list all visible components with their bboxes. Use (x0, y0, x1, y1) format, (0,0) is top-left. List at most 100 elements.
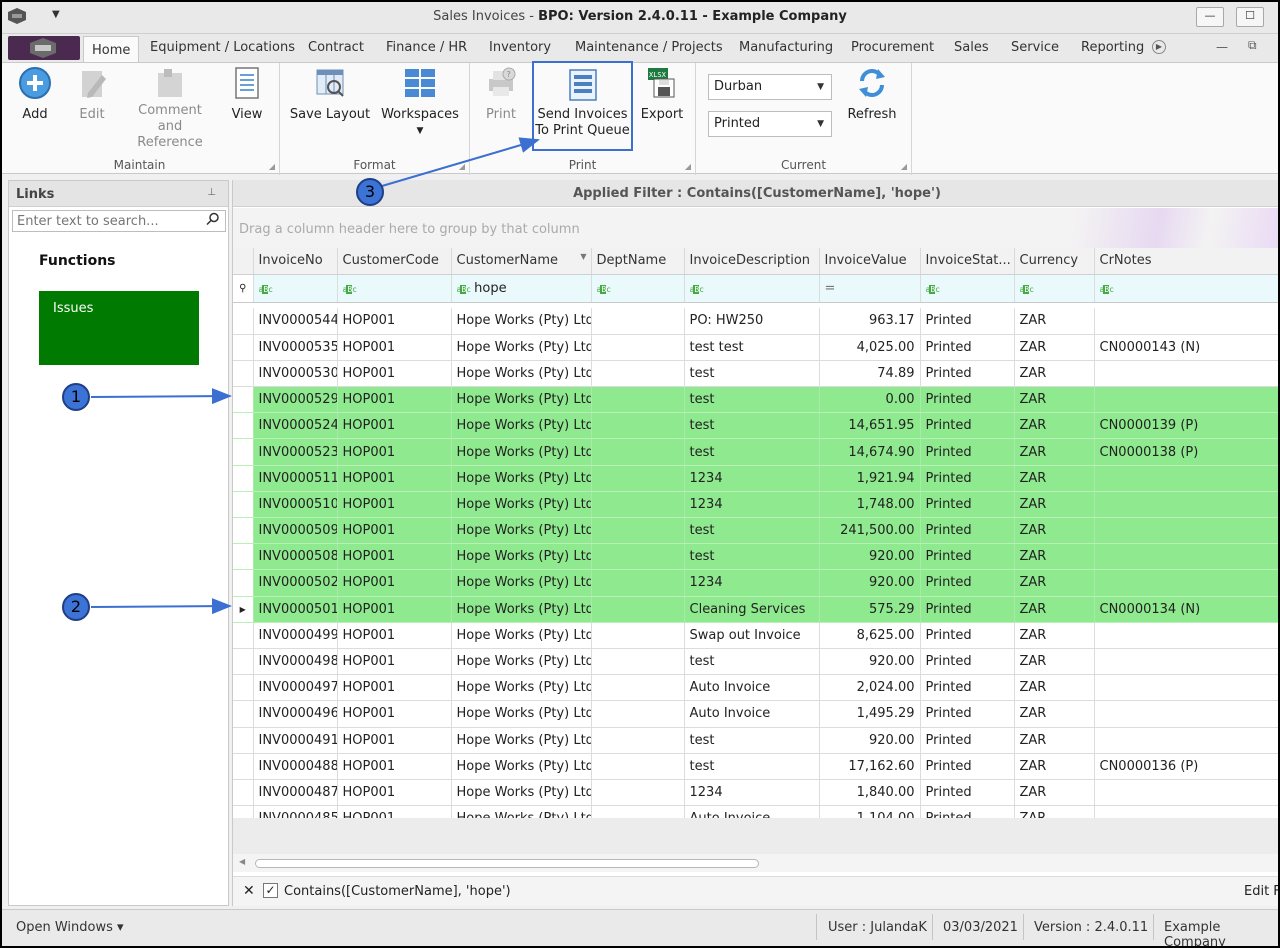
cell-customercode[interactable]: HOP001 (337, 622, 452, 649)
row-indicator[interactable] (233, 465, 254, 492)
cell-customername[interactable]: Hope Works (Pty) Ltd (451, 596, 592, 623)
print-button[interactable]: ? Print (480, 65, 522, 122)
cell-crnotes[interactable] (1094, 308, 1280, 335)
cell-crnotes[interactable] (1094, 700, 1280, 728)
table-row[interactable]: INV0000499 HOP001 Hope Works (Pty) Ltd Swap… (233, 622, 1280, 649)
cell-invoiceno[interactable]: INV0000498 (253, 648, 338, 676)
maximize-button[interactable]: ☐ (1236, 7, 1264, 27)
cell-customername[interactable]: Hope Works (Pty) Ltd (451, 517, 592, 545)
edit-filter-link[interactable]: Edit F (1244, 884, 1280, 899)
cell-invoicevalue[interactable]: 17,162.60 (819, 753, 921, 780)
cell-invoicedescription[interactable]: Auto Invoice (684, 700, 820, 728)
table-row[interactable]: INV0000524 HOP001 Hope Works (Pty) Ltd test… (233, 412, 1280, 440)
send-invoices-to-print-queue-button[interactable]: Send Invoices To Print Queue (532, 61, 633, 151)
cell-invoicevalue[interactable]: 920.00 (819, 648, 921, 676)
cell-invoicedescription[interactable]: Auto Invoice (684, 674, 820, 702)
refresh-button[interactable]: Refresh (844, 65, 900, 122)
cell-currency[interactable]: ZAR (1014, 622, 1095, 649)
table-row[interactable]: INV0000510 HOP001 Hope Works (Pty) Ltd 1234… (233, 491, 1280, 519)
cell-deptname[interactable] (591, 386, 685, 414)
cell-invoicestatus[interactable]: Printed (920, 674, 1015, 702)
table-row[interactable]: INV0000511 HOP001 Hope Works (Pty) Ltd 1234… (233, 465, 1280, 492)
cell-invoiceno[interactable]: INV0000509 (253, 517, 338, 545)
cell-invoicestatus[interactable]: Printed (920, 727, 1015, 754)
cell-customercode[interactable]: HOP001 (337, 543, 452, 571)
group-expand-icon[interactable]: ◢ (685, 162, 691, 171)
focused-row-indicator-icon[interactable]: ▶ (233, 596, 254, 623)
cell-invoiceno[interactable]: INV0000487 (253, 779, 338, 807)
cell-customername[interactable]: Hope Works (Pty) Ltd (451, 386, 592, 414)
cell-deptname[interactable] (591, 412, 685, 440)
cell-invoicevalue[interactable]: 1,495.29 (819, 700, 921, 728)
cell-customercode[interactable]: HOP001 (337, 674, 452, 702)
table-row[interactable]: INV0000496 HOP001 Hope Works (Pty) Ltd Auto… (233, 700, 1280, 728)
cell-customercode[interactable]: HOP001 (337, 465, 452, 492)
cell-invoicestatus[interactable]: Printed (920, 465, 1015, 492)
table-row[interactable]: INV0000488 HOP001 Hope Works (Pty) Ltd test… (233, 753, 1280, 780)
filter-cell-deptname[interactable]: aBc (591, 274, 685, 303)
row-indicator[interactable] (233, 386, 254, 414)
cell-customercode[interactable]: HOP001 (337, 569, 452, 597)
tab-home[interactable]: Home (83, 36, 140, 64)
cell-deptname[interactable] (591, 596, 685, 623)
row-indicator[interactable] (233, 360, 254, 388)
cell-invoiceno[interactable]: INV0000499 (253, 622, 338, 649)
cell-customername[interactable]: Hope Works (Pty) Ltd (451, 622, 592, 649)
filter-cell-customername[interactable]: aBc hope (451, 274, 592, 303)
tab-reporting[interactable]: Reporting (1081, 39, 1144, 61)
cell-deptname[interactable] (591, 727, 685, 754)
tab-service[interactable]: Service (1011, 39, 1059, 61)
table-row[interactable]: INV0000544 HOP001 Hope Works (Pty) Ltd PO: … (233, 308, 1280, 335)
scroll-left-icon[interactable]: ◀ (239, 857, 245, 866)
cell-currency[interactable]: ZAR (1014, 596, 1095, 623)
filter-cell-crnotes[interactable]: aBc (1094, 274, 1280, 303)
minimize-button[interactable]: — (1196, 7, 1224, 27)
cell-deptname[interactable] (591, 543, 685, 571)
filter-expression[interactable]: Contains([CustomerName], 'hope') (284, 884, 511, 899)
cell-invoicevalue[interactable]: 1,748.00 (819, 491, 921, 519)
cell-deptname[interactable] (591, 622, 685, 649)
table-row[interactable]: INV0000523 HOP001 Hope Works (Pty) Ltd test… (233, 438, 1280, 466)
cell-currency[interactable]: ZAR (1014, 438, 1095, 466)
row-indicator[interactable] (233, 543, 254, 571)
table-row[interactable]: INV0000535 HOP001 Hope Works (Pty) Ltd test… (233, 334, 1280, 361)
workspaces-button[interactable]: Workspaces ▼ (380, 65, 460, 137)
cell-currency[interactable]: ZAR (1014, 569, 1095, 597)
cell-invoicevalue[interactable]: 14,674.90 (819, 438, 921, 466)
filter-cell-customercode[interactable]: aBc (337, 274, 452, 303)
row-indicator[interactable] (233, 779, 254, 807)
tab-finance-hr[interactable]: Finance / HR (386, 39, 467, 61)
cell-crnotes[interactable] (1094, 622, 1280, 649)
tab-procurement[interactable]: Procurement (851, 39, 934, 61)
cell-invoicestatus[interactable]: Printed (920, 491, 1015, 519)
cell-invoicedescription[interactable]: test (684, 412, 820, 440)
cell-customername[interactable]: Hope Works (Pty) Ltd (451, 779, 592, 807)
cell-crnotes[interactable] (1094, 360, 1280, 388)
cell-crnotes[interactable] (1094, 386, 1280, 414)
row-indicator[interactable] (233, 308, 254, 335)
cell-crnotes[interactable] (1094, 491, 1280, 519)
filter-cell-invoicedescription[interactable]: aBc (684, 274, 820, 303)
filter-cell-invoicevalue[interactable]: = (819, 274, 921, 303)
cell-invoicedescription[interactable]: test (684, 517, 820, 545)
cell-invoicedescription[interactable]: Swap out Invoice (684, 622, 820, 649)
row-indicator[interactable] (233, 674, 254, 702)
tab-manufacturing[interactable]: Manufacturing (739, 39, 833, 61)
cell-customercode[interactable]: HOP001 (337, 753, 452, 780)
save-layout-button[interactable]: Save Layout (288, 65, 372, 122)
cell-currency[interactable]: ZAR (1014, 648, 1095, 676)
column-filter-icon[interactable]: ▼ (580, 252, 586, 261)
cell-invoicestatus[interactable]: Printed (920, 308, 1015, 335)
group-expand-icon[interactable]: ◢ (901, 162, 907, 171)
cell-invoicedescription[interactable]: test (684, 727, 820, 754)
cell-crnotes[interactable] (1094, 465, 1280, 492)
column-header-customercode[interactable]: CustomerCode (337, 248, 452, 275)
table-row[interactable]: INV0000498 HOP001 Hope Works (Pty) Ltd test… (233, 648, 1280, 676)
cell-customername[interactable]: Hope Works (Pty) Ltd (451, 727, 592, 754)
edit-button[interactable]: Edit (70, 65, 114, 122)
cell-customercode[interactable]: HOP001 (337, 386, 452, 414)
cell-invoiceno[interactable]: INV0000508 (253, 543, 338, 571)
cell-invoicestatus[interactable]: Printed (920, 517, 1015, 545)
cell-currency[interactable]: ZAR (1014, 674, 1095, 702)
cell-currency[interactable]: ZAR (1014, 543, 1095, 571)
